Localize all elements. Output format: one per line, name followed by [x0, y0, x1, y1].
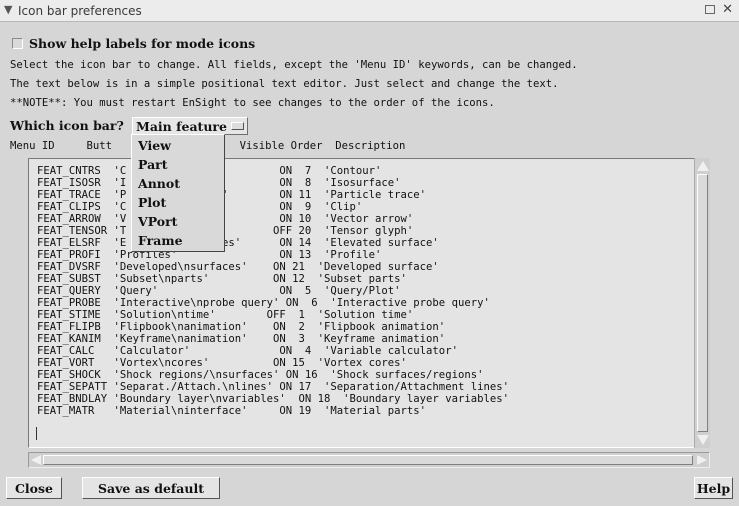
- list-line[interactable]: FEAT_TENSOR 'T OFF 20 'Tensor glyph': [37, 225, 413, 237]
- list-line[interactable]: FEAT_CALC 'Calculator' ON 4 'Variable ca…: [37, 345, 458, 357]
- info-line-1: Select the icon bar to change. All field…: [10, 59, 578, 71]
- list-line[interactable]: FEAT_MATR 'Material\ninterface' ON 19 'M…: [37, 405, 426, 417]
- scroll-left-arrow-icon[interactable]: [31, 455, 41, 465]
- close-button[interactable]: Close: [6, 477, 62, 499]
- list-line[interactable]: FEAT_STIME 'Solution\ntime' OFF 1 'Solut…: [37, 309, 413, 321]
- list-line[interactable]: FEAT_FLIPB 'Flipbook\nanimation' ON 2 'F…: [37, 321, 445, 333]
- vertical-scrollbar[interactable]: [694, 158, 710, 448]
- menu-item-view[interactable]: View: [138, 138, 171, 153]
- scroll-up-arrow-icon[interactable]: [697, 161, 709, 171]
- vertical-scroll-thumb[interactable]: [697, 174, 708, 432]
- list-line[interactable]: FEAT_BNDLAY 'Boundary layer\nvariables' …: [37, 393, 509, 405]
- info-line-2: The text below is in a simple positional…: [10, 78, 559, 90]
- save-as-default-button[interactable]: Save as default: [82, 477, 220, 499]
- option-menu-indicator-icon: [230, 122, 244, 130]
- help-labels-label: Show help labels for mode icons: [29, 35, 256, 51]
- list-line[interactable]: FEAT_KANIM 'Keyframe\nanimation' ON 3 'K…: [37, 333, 445, 345]
- list-line[interactable]: FEAT_DVSRF 'Developed\nsurfaces' ON 21 '…: [37, 261, 439, 273]
- horizontal-scrollbar[interactable]: [28, 452, 710, 468]
- menu-item-frame[interactable]: Frame: [138, 233, 183, 248]
- list-line[interactable]: FEAT_SUBST 'Subset\nparts' ON 12 'Subset…: [37, 273, 407, 285]
- help-labels-toggle[interactable]: Show help labels for mode icons: [10, 35, 255, 51]
- help-button[interactable]: Help: [694, 477, 733, 499]
- list-line[interactable]: FEAT_VORT 'Vortex\ncores' ON 15 'Vortex …: [37, 357, 407, 369]
- list-line[interactable]: FEAT_SHOCK 'Shock regions/\nsurfaces' ON…: [37, 369, 483, 381]
- list-line[interactable]: FEAT_QUERY 'Query' ON 5 'Query/Plot': [37, 285, 401, 297]
- close-window-icon[interactable]: ✕: [722, 2, 733, 17]
- help-labels-checkbox[interactable]: [12, 37, 23, 49]
- menu-item-vport[interactable]: VPort: [138, 214, 177, 229]
- list-line[interactable]: FEAT_ELSRF 'E ces' ON 14 'Elevated surfa…: [37, 237, 439, 249]
- info-line-3: **NOTE**: You must restart EnSight to se…: [10, 97, 495, 109]
- horizontal-scroll-thumb[interactable]: [43, 455, 693, 465]
- text-cursor: [36, 427, 37, 440]
- menu-item-part[interactable]: Part: [138, 157, 168, 172]
- scroll-right-arrow-icon[interactable]: [697, 455, 707, 465]
- list-line[interactable]: FEAT_TRACE 'P s' ON 11 'Particle trace': [37, 189, 426, 201]
- which-icon-bar-label: Which icon bar?: [10, 118, 124, 133]
- icon-bar-dropdown-menu: View Part Annot Plot VPort Frame: [131, 134, 225, 252]
- menu-item-plot[interactable]: Plot: [138, 195, 166, 210]
- title-bar: ▼ Icon bar preferences ✕: [0, 0, 739, 22]
- window-title: Icon bar preferences: [18, 4, 142, 18]
- list-line[interactable]: FEAT_PROBE 'Interactive\nprobe query' ON…: [37, 297, 490, 309]
- scroll-down-arrow-icon[interactable]: [697, 435, 709, 445]
- menu-item-annot[interactable]: Annot: [138, 176, 180, 191]
- icon-bar-option-value: Main feature: [136, 118, 227, 134]
- list-line[interactable]: FEAT_SEPATT 'Separat./Attach.\nlines' ON…: [37, 381, 509, 393]
- icon-bar-option-menu[interactable]: Main feature: [132, 117, 248, 135]
- window-menu-icon[interactable]: ▼: [4, 3, 12, 16]
- maximize-icon[interactable]: [705, 5, 715, 14]
- list-line[interactable]: FEAT_ARROW 'V ON 10 'Vector arrow': [37, 213, 413, 225]
